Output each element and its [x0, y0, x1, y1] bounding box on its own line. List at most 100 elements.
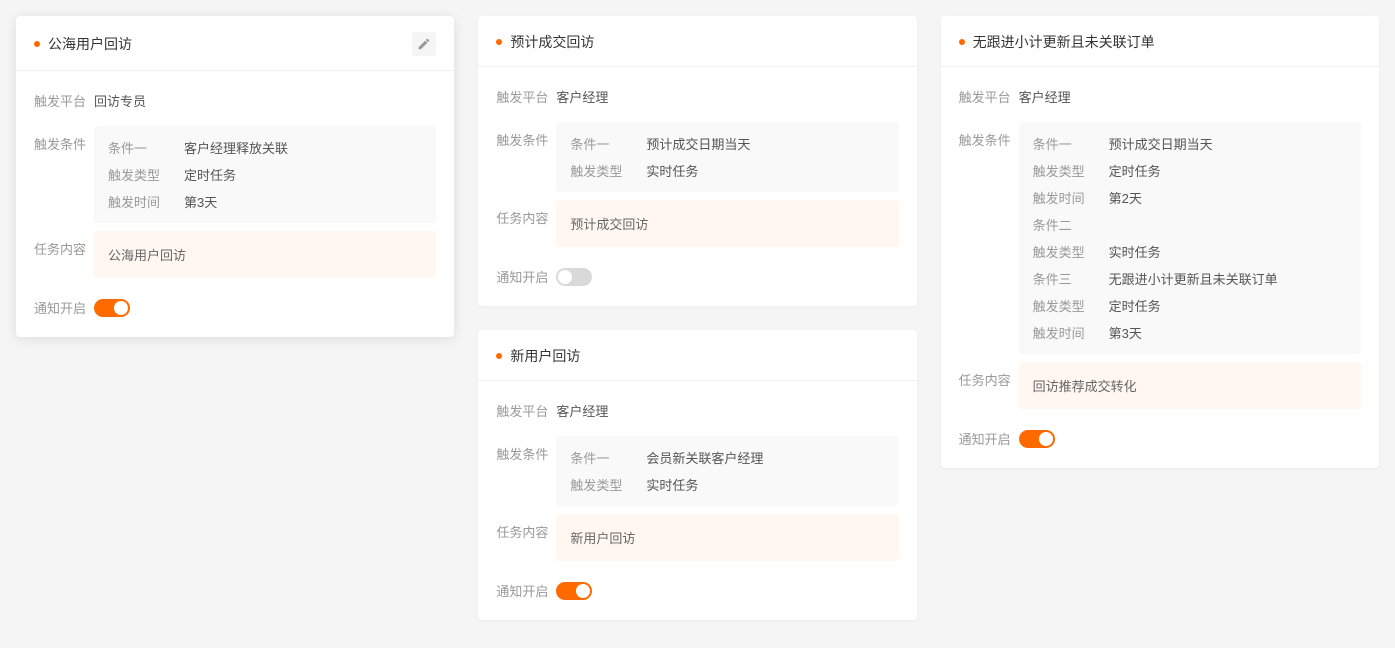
cond-value: 会员新关联客户经理 [646, 448, 763, 467]
cond-line: 触发类型 定时任务 [1033, 157, 1347, 184]
notify-toggle[interactable] [556, 582, 592, 600]
edit-button[interactable] [412, 32, 436, 56]
row-notify: 通知开启 [478, 251, 916, 302]
cond-value: 定时任务 [1109, 296, 1161, 315]
cond-key: 条件一 [1033, 134, 1085, 153]
row-conditions: 触发条件 条件一 会员新关联客户经理 触发类型 实时任务 [478, 432, 916, 510]
card-header: 无跟进小计更新且未关联订单 [941, 16, 1379, 67]
card-title-text: 公海用户回访 [48, 34, 132, 54]
label-content: 任务内容 [496, 200, 556, 227]
label-platform: 触发平台 [959, 79, 1019, 106]
cond-value: 实时任务 [646, 161, 698, 180]
label-notify: 通知开启 [34, 288, 94, 317]
status-dot-icon [959, 39, 965, 45]
cond-key: 触发类型 [1033, 296, 1085, 315]
cond-line: 条件二 [1033, 211, 1347, 238]
notify-toggle[interactable] [556, 268, 592, 286]
label-content: 任务内容 [959, 362, 1019, 389]
content-block: 预计成交回访 [556, 200, 898, 247]
card-public-sea-revisit: 公海用户回访 触发平台 回访专员 触发条件 条件一 客户经理释放关联 [16, 16, 454, 337]
card-title: 公海用户回访 [34, 34, 132, 54]
conditions-block: 条件一 会员新关联客户经理 触发类型 实时任务 [556, 436, 898, 506]
label-platform: 触发平台 [496, 393, 556, 420]
row-notify: 通知开启 [941, 413, 1379, 464]
card-title: 预计成交回访 [496, 32, 594, 52]
cond-key: 条件一 [570, 134, 622, 153]
label-platform: 触发平台 [34, 83, 94, 110]
card-title-text: 无跟进小计更新且未关联订单 [973, 32, 1155, 52]
cond-key: 触发类型 [1033, 161, 1085, 180]
content-block: 公海用户回访 [94, 231, 436, 278]
row-content: 任务内容 新用户回访 [478, 510, 916, 565]
cards-layout: 公海用户回访 触发平台 回访专员 触发条件 条件一 客户经理释放关联 [16, 16, 1379, 620]
cond-line: 条件一 预计成交日期当天 [570, 130, 884, 157]
cond-line: 条件一 会员新关联客户经理 [570, 444, 884, 471]
status-dot-icon [496, 353, 502, 359]
card-header: 预计成交回访 [478, 16, 916, 67]
label-conditions: 触发条件 [496, 122, 556, 149]
card-header: 新用户回访 [478, 330, 916, 381]
row-content: 任务内容 公海用户回访 [16, 227, 454, 282]
row-platform: 触发平台 回访专员 [16, 79, 454, 122]
cond-key: 条件一 [108, 138, 160, 157]
cond-line: 触发类型 实时任务 [1033, 238, 1347, 265]
row-notify: 通知开启 [16, 282, 454, 333]
label-platform: 触发平台 [496, 79, 556, 106]
toggle-knob-icon [576, 584, 590, 598]
cond-line: 条件三 无跟进小计更新且未关联订单 [1033, 265, 1347, 292]
card-title: 新用户回访 [496, 346, 580, 366]
label-notify: 通知开启 [496, 571, 556, 600]
toggle-knob-icon [1039, 432, 1053, 446]
value-platform: 客户经理 [1019, 79, 1361, 114]
cond-value: 无跟进小计更新且未关联订单 [1109, 269, 1278, 288]
row-conditions: 触发条件 条件一 预计成交日期当天 触发类型 定时任务 触发时间 第2天 [941, 118, 1379, 358]
cond-key: 触发时间 [108, 192, 160, 211]
content-block: 新用户回访 [556, 514, 898, 561]
card-body: 触发平台 客户经理 触发条件 条件一 预计成交日期当天 触发类型 实时任务 [478, 67, 916, 306]
label-conditions: 触发条件 [959, 122, 1019, 149]
conditions-block: 条件一 预计成交日期当天 触发类型 实时任务 [556, 122, 898, 192]
cond-value: 实时任务 [646, 475, 698, 494]
cond-value: 客户经理释放关联 [184, 138, 288, 157]
pencil-icon [417, 37, 431, 51]
cond-value: 实时任务 [1109, 242, 1161, 261]
cond-value: 第3天 [184, 192, 217, 211]
cond-key: 条件三 [1033, 269, 1085, 288]
value-platform: 回访专员 [94, 83, 436, 118]
label-notify: 通知开启 [496, 257, 556, 286]
cond-line: 触发类型 定时任务 [1033, 292, 1347, 319]
row-content: 任务内容 预计成交回访 [478, 196, 916, 251]
conditions-block: 条件一 预计成交日期当天 触发类型 定时任务 触发时间 第2天 条件二 [1019, 122, 1361, 354]
row-conditions: 触发条件 条件一 客户经理释放关联 触发类型 定时任务 触发时间 第3天 [16, 122, 454, 227]
cond-value: 第3天 [1109, 323, 1142, 342]
card-title: 无跟进小计更新且未关联订单 [959, 32, 1155, 52]
notify-toggle[interactable] [1019, 430, 1055, 448]
cond-line: 触发类型 实时任务 [570, 471, 884, 498]
cond-key: 触发类型 [108, 165, 160, 184]
cond-line: 条件一 预计成交日期当天 [1033, 130, 1347, 157]
cond-key: 触发类型 [570, 475, 622, 494]
row-platform: 触发平台 客户经理 [478, 389, 916, 432]
cond-key: 条件一 [570, 448, 622, 467]
status-dot-icon [34, 41, 40, 47]
label-conditions: 触发条件 [34, 126, 94, 153]
column-1: 公海用户回访 触发平台 回访专员 触发条件 条件一 客户经理释放关联 [16, 16, 454, 337]
row-notify: 通知开启 [478, 565, 916, 616]
cond-key: 触发时间 [1033, 323, 1085, 342]
card-expected-deal-revisit: 预计成交回访 触发平台 客户经理 触发条件 条件一 预计成交日期当天 [478, 16, 916, 306]
label-content: 任务内容 [496, 514, 556, 541]
cond-line: 触发时间 第2天 [1033, 184, 1347, 211]
notify-toggle[interactable] [94, 299, 130, 317]
column-3: 无跟进小计更新且未关联订单 触发平台 客户经理 触发条件 条件一 预计成交日期当… [941, 16, 1379, 468]
label-content: 任务内容 [34, 231, 94, 258]
card-new-user-revisit: 新用户回访 触发平台 客户经理 触发条件 条件一 会员新关联客户经理 [478, 330, 916, 620]
label-notify: 通知开启 [959, 419, 1019, 448]
cond-value: 预计成交日期当天 [646, 134, 750, 153]
card-no-followup-no-order: 无跟进小计更新且未关联订单 触发平台 客户经理 触发条件 条件一 预计成交日期当… [941, 16, 1379, 468]
card-body: 触发平台 客户经理 触发条件 条件一 会员新关联客户经理 触发类型 实时任务 [478, 381, 916, 620]
conditions-block: 条件一 客户经理释放关联 触发类型 定时任务 触发时间 第3天 [94, 126, 436, 223]
card-title-text: 预计成交回访 [510, 32, 594, 52]
row-content: 任务内容 回访推荐成交转化 [941, 358, 1379, 413]
cond-value: 第2天 [1109, 188, 1142, 207]
cond-line: 条件一 客户经理释放关联 [108, 134, 422, 161]
